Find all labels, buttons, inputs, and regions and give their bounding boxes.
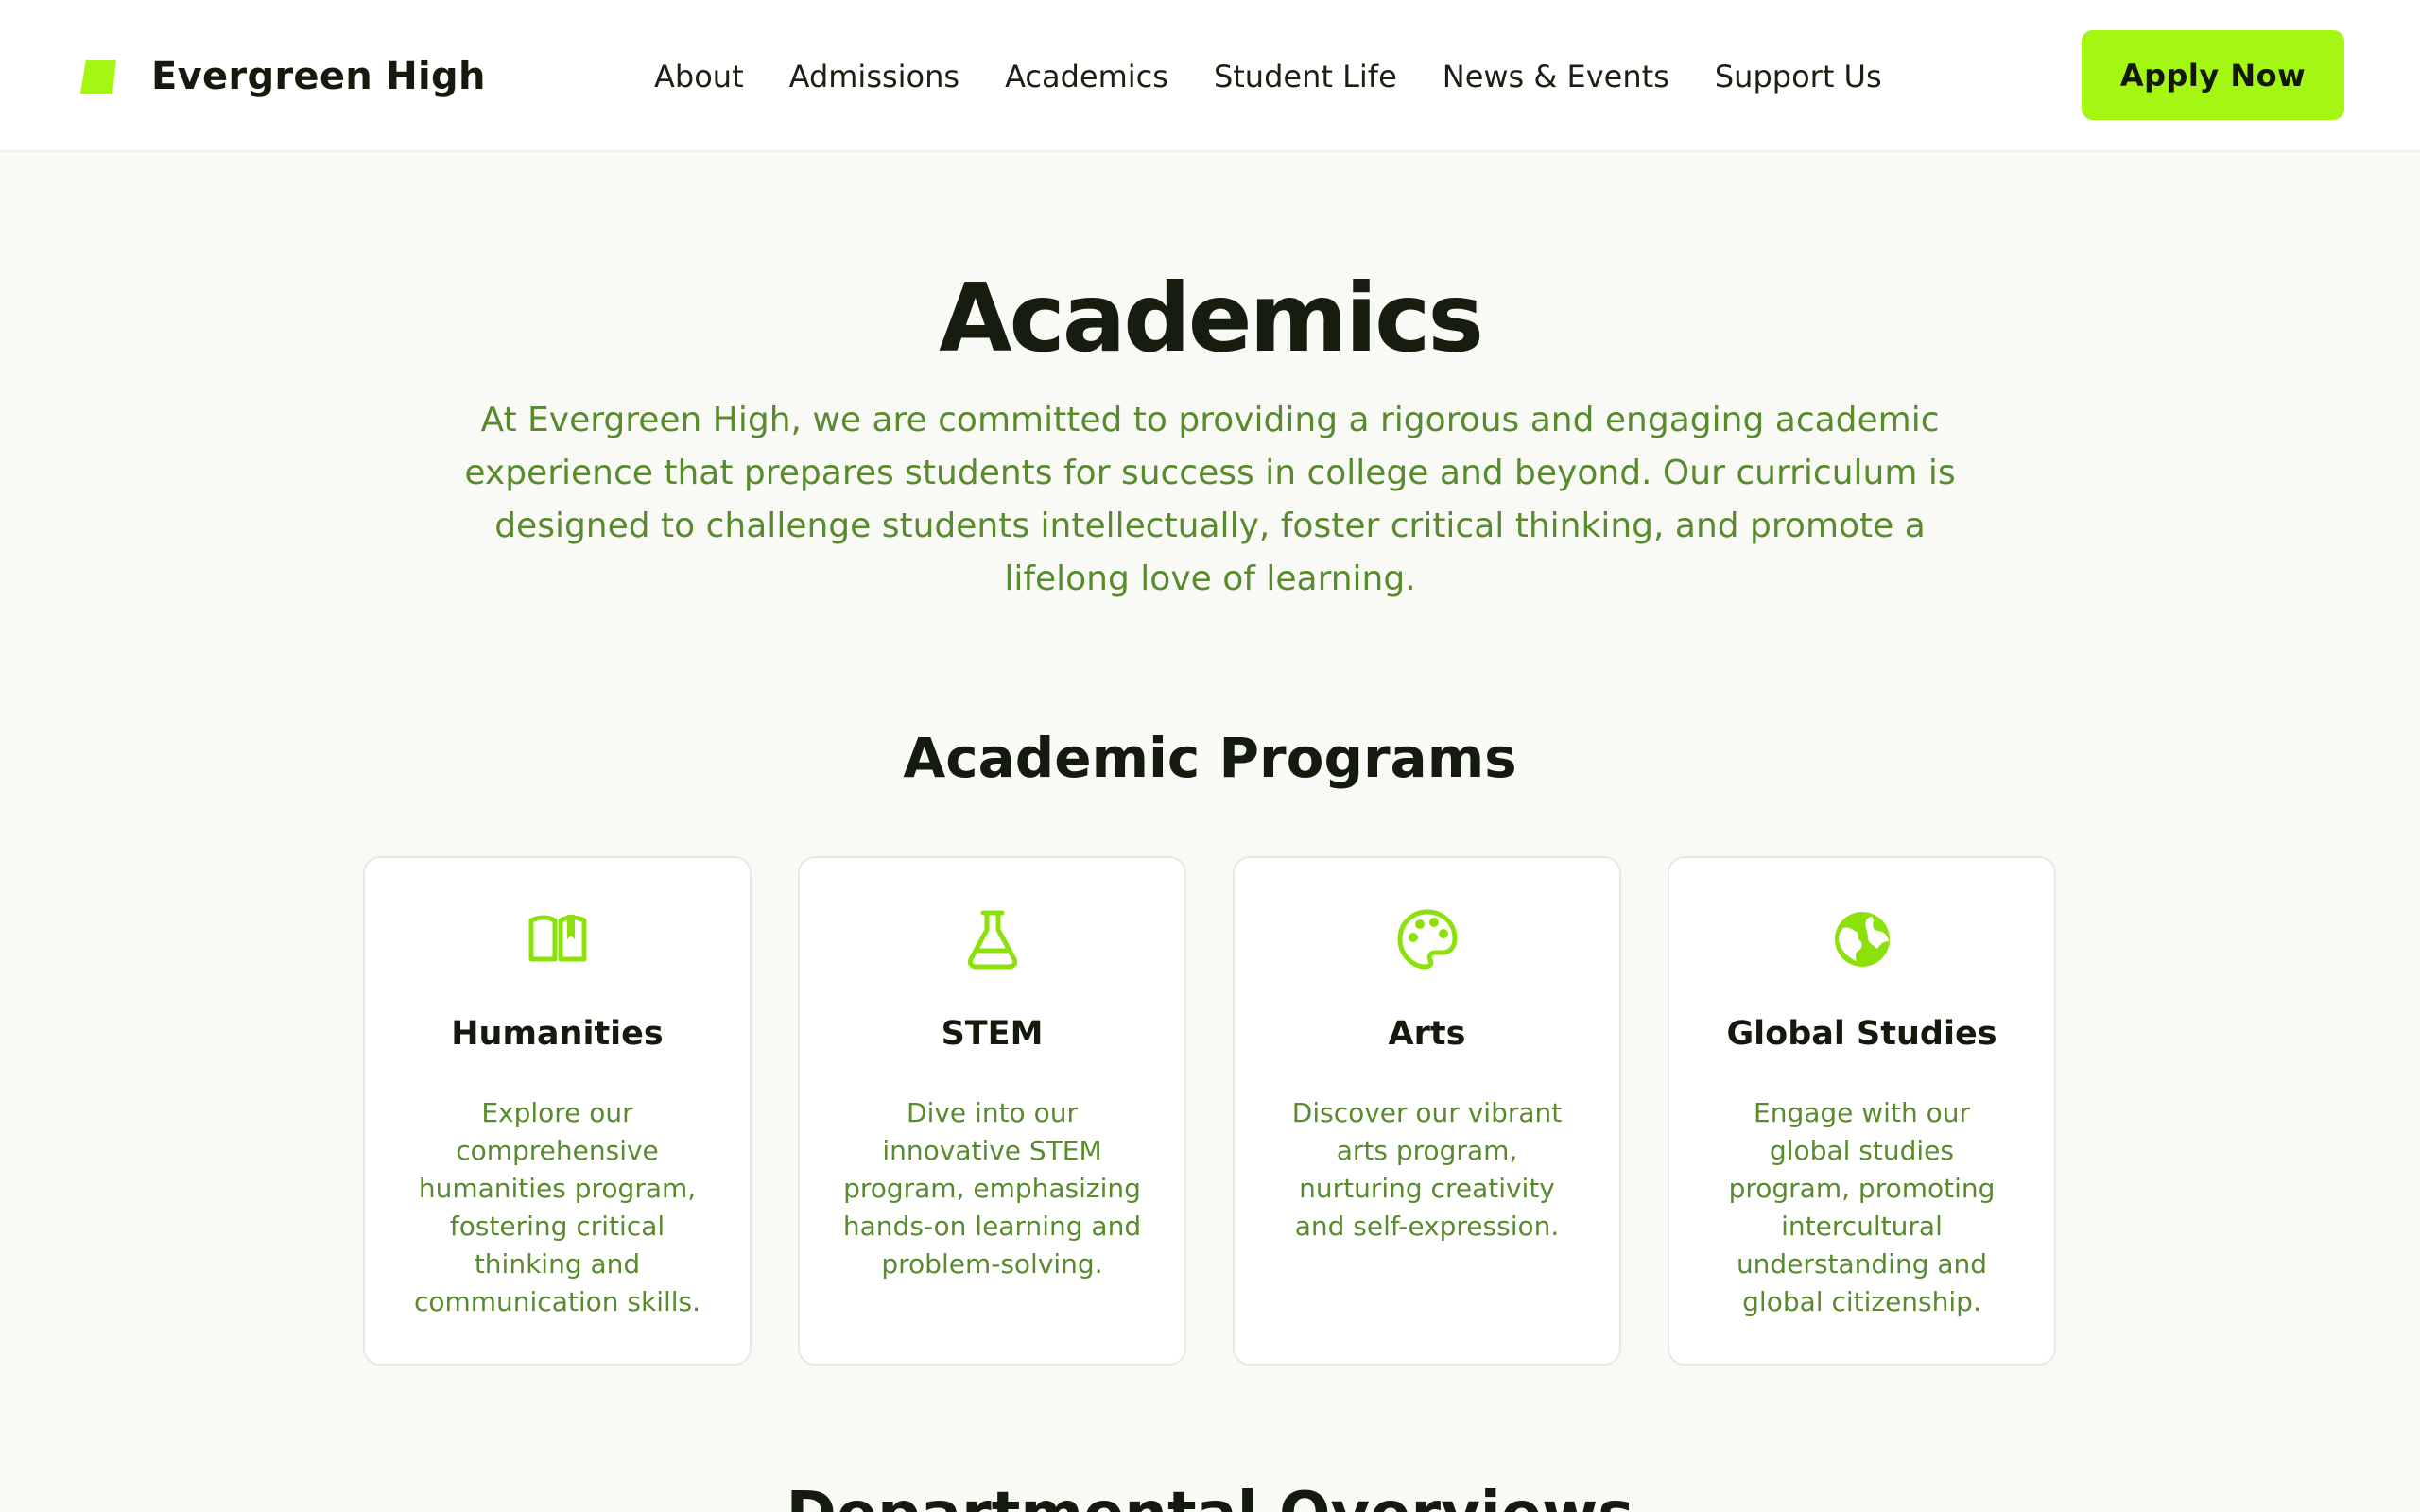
program-cards: Humanities Explore our comprehensive hum…	[363, 856, 2056, 1366]
nav-about[interactable]: About	[654, 59, 744, 94]
program-card-title: STEM	[941, 1015, 1044, 1053]
program-card-humanities[interactable]: Humanities Explore our comprehensive hum…	[363, 856, 752, 1366]
main-nav: About Admissions Academics Student Life …	[654, 53, 1882, 100]
program-card-stem[interactable]: STEM Dive into our innovative STEM progr…	[798, 856, 1186, 1366]
intro-paragraph: At Evergreen High, we are committed to p…	[464, 401, 1956, 598]
brand-home-link[interactable]: Evergreen High	[78, 55, 486, 98]
apply-now-button[interactable]: Apply Now	[2082, 30, 2344, 120]
brand-name: Evergreen High	[151, 55, 486, 98]
nav-admissions[interactable]: Admissions	[789, 59, 959, 94]
globe-icon	[1669, 907, 2054, 971]
program-card-title: Humanities	[451, 1015, 664, 1053]
program-card-arts[interactable]: Arts Discover our vibrant arts program, …	[1233, 856, 1621, 1366]
nav-academics[interactable]: Academics	[1005, 59, 1168, 94]
program-card-global-studies[interactable]: Global Studies Engage with our global st…	[1668, 856, 2056, 1366]
programs-heading: Academic Programs	[903, 726, 1517, 790]
nav-support-us[interactable]: Support Us	[1715, 59, 1882, 94]
flask-icon	[800, 907, 1184, 971]
nav-news-events[interactable]: News & Events	[1443, 59, 1669, 94]
program-card-description: Dive into our innovative STEM program, e…	[842, 1097, 1142, 1280]
leaf-block-logo-icon	[80, 60, 116, 94]
page-title: Academics	[939, 263, 1484, 373]
program-card-description: Engage with our global studies program, …	[1728, 1097, 1996, 1317]
open-book-icon	[365, 907, 750, 971]
program-card-title: Arts	[1388, 1015, 1466, 1053]
departmental-overviews-heading: Departmental Overviews	[0, 1480, 2420, 1512]
program-card-description: Explore our comprehensive humanities pro…	[413, 1097, 701, 1317]
site-header: Evergreen High About Admissions Academic…	[0, 0, 2420, 152]
nav-student-life[interactable]: Student Life	[1214, 59, 1397, 94]
program-card-title: Global Studies	[1726, 1015, 1997, 1053]
palette-icon	[1235, 907, 1619, 971]
program-card-description: Discover our vibrant arts program, nurtu…	[1291, 1097, 1563, 1242]
